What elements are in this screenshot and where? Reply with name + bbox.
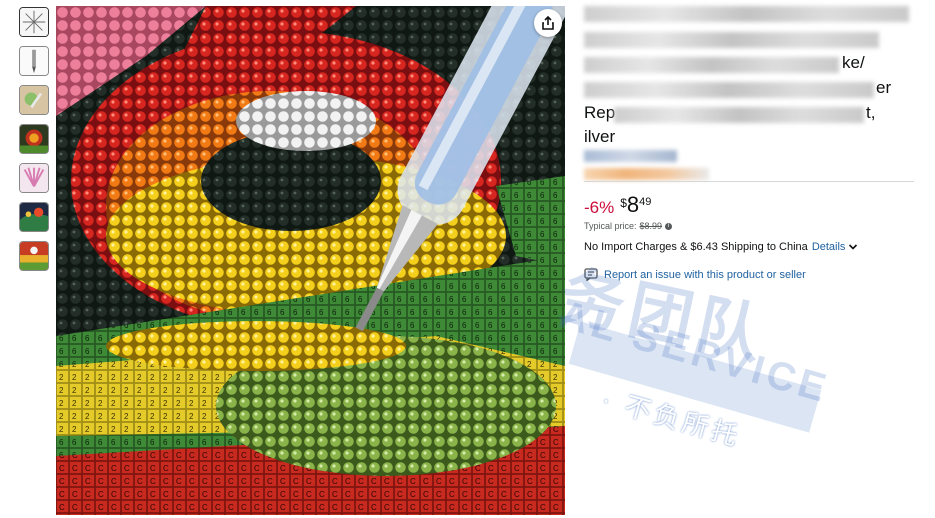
title-blur-2 (584, 32, 879, 48)
title-fragment: t, (866, 103, 876, 122)
thumbnail-starburst[interactable] (19, 7, 49, 37)
report-issue-text: Report an issue with this product or sel… (604, 268, 806, 281)
title-blur-4 (584, 82, 874, 98)
price-block: -6% $ 8 49 (584, 192, 651, 218)
price-fraction: 49 (639, 196, 652, 208)
title-fragment: er (876, 78, 892, 97)
chevron-down-icon[interactable] (848, 242, 858, 252)
thumbnail-strip (19, 7, 51, 280)
report-icon (584, 268, 598, 281)
share-icon (542, 16, 554, 30)
store-link-blurred[interactable] (584, 150, 677, 162)
title-blur-3 (584, 57, 839, 73)
divider (584, 181, 914, 182)
discount-percent: -6% (584, 198, 615, 217)
watermark-latin: AL SERVICE (554, 292, 835, 412)
price-whole: 8 (626, 192, 640, 217)
price-currency: $ (620, 196, 627, 210)
typical-price-value: $8.99 (639, 221, 663, 231)
typical-price-label: Typical price: (584, 221, 637, 231)
watermark-chinese: 务团队 (553, 258, 775, 373)
shipping-details-link[interactable]: Details (812, 241, 846, 253)
info-icon[interactable]: i (665, 222, 673, 230)
thumbnail-closeup[interactable] (19, 241, 49, 271)
main-product-image[interactable]: 6 2 C (56, 6, 565, 515)
thumbnail-rose[interactable] (19, 124, 49, 154)
thumbnail-craft[interactable] (19, 85, 49, 115)
title-fragment: Rep (584, 103, 616, 122)
rating-blurred[interactable] (584, 168, 709, 180)
shipping-info: No Import Charges & $6.43 Shipping to Ch… (584, 241, 858, 253)
share-button[interactable] (534, 9, 562, 37)
watermark-tagline: · 不负所托 (598, 383, 745, 453)
title-fragment: ke/ (842, 53, 865, 72)
thumbnail-pink-fan[interactable] (19, 163, 49, 193)
title-fragment: ilver (584, 127, 616, 146)
title-blur-5 (614, 107, 864, 123)
thumbnail-pen[interactable] (19, 46, 49, 76)
title-blur-1 (584, 6, 909, 22)
typical-price: Typical price: $8.99 i (584, 221, 673, 231)
shipping-text: No Import Charges & $6.43 Shipping to Ch… (584, 241, 808, 253)
report-issue-link[interactable]: Report an issue with this product or sel… (584, 268, 806, 281)
watermark-band (568, 321, 822, 433)
thumbnail-painting[interactable] (19, 202, 49, 232)
